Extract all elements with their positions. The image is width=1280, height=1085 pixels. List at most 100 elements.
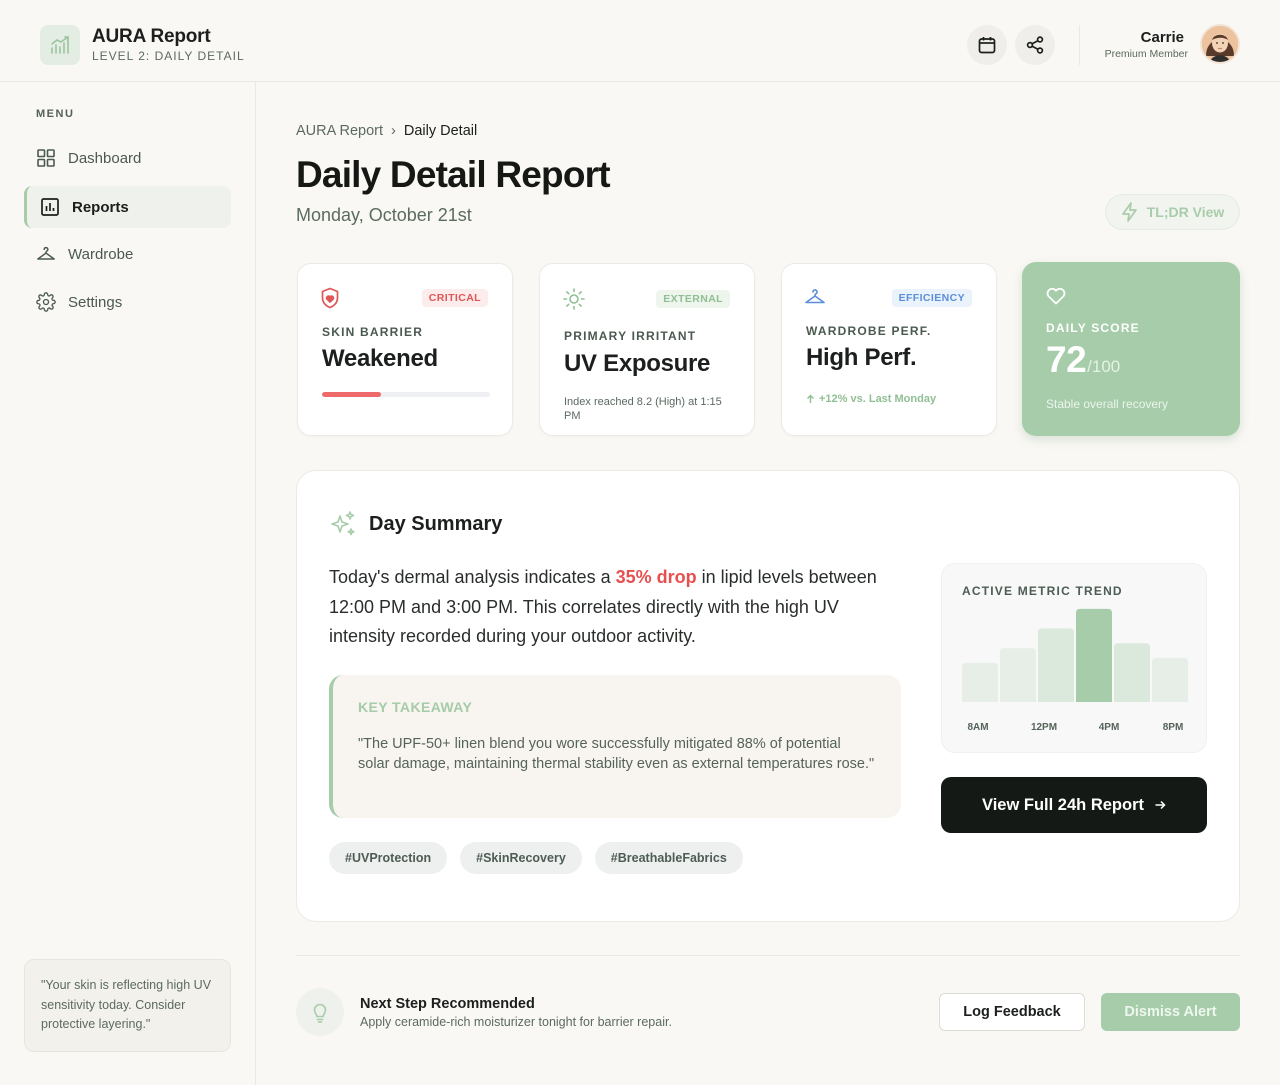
primary-irritant-card[interactable]: EXTERNAL PRIMARY IRRITANT UV Exposure In… [539,263,755,436]
avatar[interactable] [1200,24,1240,64]
chart-tick-label: 8PM [1163,722,1184,733]
score-note: Stable overall recovery [1046,397,1169,411]
gear-icon [36,292,56,312]
lightbulb-icon [296,988,344,1036]
card-value: Weakened [322,345,438,372]
sidebar-item-reports[interactable]: Reports [24,186,231,228]
sidebar-item-label: Wardrobe [68,245,134,263]
status-badge: CRITICAL [421,289,488,307]
summary-highlight: 35% drop [615,567,697,587]
takeaway-label: KEY TAKEAWAY [358,699,473,715]
card-value: High Perf. [806,344,917,371]
share-icon [1026,36,1044,54]
shield-heart-icon [320,287,340,314]
hanger-icon [804,287,826,312]
card-note: Index reached 8.2 (High) at 1:15 PM [564,396,722,422]
status-badge: EFFICIENCY [891,289,972,307]
sidebar-item-label: Dashboard [68,149,142,167]
app-title: AURA Report [92,26,211,47]
chart-tick-label: 12PM [1031,722,1057,733]
full-report-label: View Full 24h Report [982,795,1144,814]
summary-text-before: Today's dermal analysis indicates a [329,567,616,587]
breadcrumb-separator: › [391,123,396,139]
takeaway-text: "The UPF-50+ linen blend you wore succes… [358,736,875,772]
key-takeaway-box: KEY TAKEAWAY "The UPF-50+ linen blend yo… [329,675,901,818]
daily-score-card[interactable]: DAILY SCORE 72 /100 Stable overall recov… [1022,262,1240,436]
chart-bar-6PM [1114,643,1150,702]
tldr-view-button[interactable]: TL;DR View [1105,194,1240,230]
card-label: PRIMARY IRRITANT [564,329,697,343]
page-date: Monday, October 21st [296,205,472,225]
header-divider [1079,25,1080,65]
card-trend-note: +12% vs. Last Monday [806,392,981,406]
chart-bar-4PM [1076,608,1112,702]
chart-bar-8AM [962,662,998,702]
next-step-title: Next Step Recommended [360,996,535,1012]
chart-growth-icon [40,25,80,65]
tag-list: #UVProtection #SkinRecovery #BreathableF… [329,842,743,874]
summary-title: Day Summary [369,512,503,535]
top-header: AURA Report LEVEL 2: DAILY DETAIL Carrie… [0,0,1280,82]
progress-fill [322,392,381,397]
sun-icon [562,287,586,316]
tldr-view-label: TL;DR View [1146,204,1225,220]
sidebar-item-settings[interactable]: Settings [24,281,231,323]
chart-title: ACTIVE METRIC TREND [962,584,1123,598]
day-summary-panel: Day Summary Today's dermal analysis indi… [296,470,1240,922]
summary-header: Day Summary [329,510,502,538]
sparkles-icon [331,511,355,536]
arrow-right-icon [1155,800,1166,810]
chart-tick-label: 4PM [1099,722,1120,733]
breadcrumb-current: Daily Detail [403,123,478,139]
user-name: Carrie [1140,29,1184,46]
next-step-subtitle: Apply ceramide-rich moisturizer tonight … [360,1015,672,1029]
sidebar-item-label: Reports [72,198,129,216]
bar-chart-icon [40,197,60,217]
sidebar-item-label: Settings [68,293,123,311]
sidebar-item-wardrobe[interactable]: Wardrobe [24,233,231,275]
trend-chart-svg: 8AM 12PM 4PM 8PM [962,608,1188,733]
breadcrumb-parent[interactable]: AURA Report [296,123,383,139]
lightning-icon [1121,202,1137,222]
footer-divider [296,955,1240,956]
score-label: DAILY SCORE [1046,321,1140,335]
breadcrumb: AURA Report › Daily Detail [296,123,477,139]
active-metric-trend-chart: ACTIVE METRIC TREND 8AM 12PM 4PM 8PM [941,563,1207,753]
chart-bar-8PM [1152,657,1188,702]
menu-label: MENU [36,108,75,120]
score-number: 72 [1046,339,1087,380]
tag-chip[interactable]: #UVProtection [329,842,448,874]
skin-barrier-progress [322,392,490,397]
user-tier: Premium Member [1104,48,1188,60]
sidebar-item-dashboard[interactable]: Dashboard [24,137,231,179]
score-value: 72 /100 [1046,339,1120,381]
card-label: WARDROBE PERF. [806,324,932,338]
arrow-up-icon [807,394,814,403]
page-title: Daily Detail Report [296,154,611,195]
sidebar: MENU Dashboard Reports Wardrobe Settings… [0,82,256,1085]
card-note: +12% vs. Last Monday [819,393,937,405]
card-value: UV Exposure [564,350,711,377]
score-max: /100 [1087,357,1121,376]
dismiss-alert-button[interactable]: Dismiss Alert [1101,993,1240,1031]
heart-icon [1045,285,1067,310]
tag-chip[interactable]: #BreathableFabrics [594,842,743,874]
calendar-icon [978,37,996,54]
chart-tick-label: 8AM [967,722,988,733]
status-badge: EXTERNAL [656,290,730,308]
wardrobe-perf-card[interactable]: EFFICIENCY WARDROBE PERF. High Perf. +12… [781,263,997,436]
tag-chip[interactable]: #SkinRecovery [460,842,582,874]
calendar-button[interactable] [967,25,1007,65]
app-subtitle: LEVEL 2: DAILY DETAIL [92,49,245,63]
skin-barrier-card[interactable]: CRITICAL SKIN BARRIER Weakened [297,263,513,436]
card-label: SKIN BARRIER [322,325,424,339]
log-feedback-button[interactable]: Log Feedback [939,993,1085,1031]
share-button[interactable] [1015,25,1055,65]
summary-text: Today's dermal analysis indicates a 35% … [329,563,904,652]
view-full-report-button[interactable]: View Full 24h Report [941,777,1207,833]
grid-icon [36,148,56,168]
hanger-icon [36,244,56,264]
chart-bar-12PM [1038,628,1074,702]
chart-bar-10AM [1000,648,1036,702]
sidebar-insight-quote: "Your skin is reflecting high UV sensiti… [24,959,231,1052]
